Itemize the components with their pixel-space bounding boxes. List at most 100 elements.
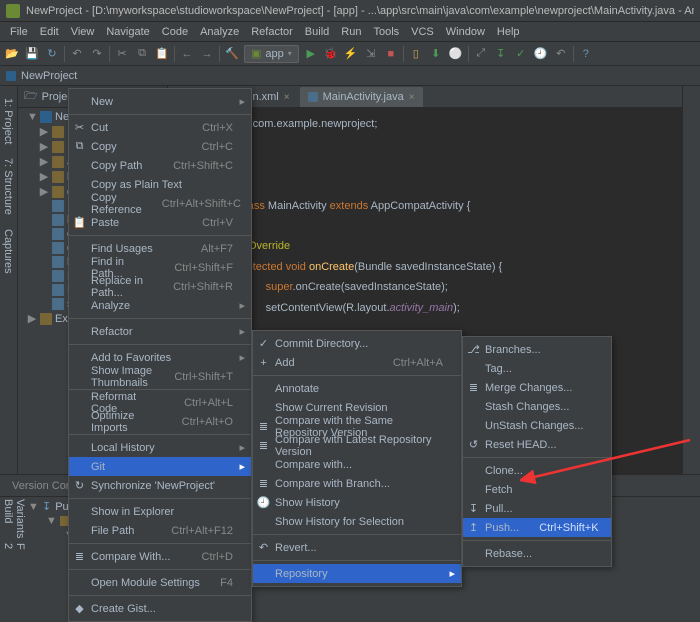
menu-item[interactable]: Repository▸ [253, 564, 461, 583]
gutter-structure[interactable]: 7: Structure [2, 154, 15, 219]
menu-build[interactable]: Build [299, 22, 335, 42]
structure-icon[interactable]: ⤢ [473, 46, 489, 62]
hammer-icon[interactable]: 🔨 [224, 46, 240, 62]
gutter-favorites[interactable]: 2: Favorites [2, 543, 16, 550]
right-gutter [682, 86, 700, 474]
menubar: File Edit View Navigate Code Analyze Ref… [0, 22, 700, 42]
apply-icon[interactable]: ⚡ [343, 46, 359, 62]
context-menu-git[interactable]: ✓Commit Directory...+AddCtrl+Alt+A Annota… [252, 330, 462, 587]
paste-icon[interactable]: 📋 [154, 46, 170, 62]
menu-item: Annotate [253, 379, 461, 398]
menu-item[interactable]: ↺Reset HEAD... [463, 435, 611, 454]
menu-code[interactable]: Code [156, 22, 194, 42]
run-icon[interactable]: ▶ [303, 46, 319, 62]
attach-icon[interactable]: ⇲ [363, 46, 379, 62]
menu-item[interactable]: Refactor▸ [69, 322, 251, 341]
menu-refactor[interactable]: Refactor [245, 22, 299, 42]
folder-icon: 🗁 [24, 87, 38, 106]
tab-mainactivity[interactable]: MainActivity.java × [300, 87, 423, 107]
menu-item[interactable]: ↥Push...Ctrl+Shift+K [463, 518, 611, 537]
gutter-captures[interactable]: Captures [2, 225, 15, 278]
menu-navigate[interactable]: Navigate [100, 22, 155, 42]
vcs-update-icon[interactable]: ↧ [493, 46, 509, 62]
menu-item[interactable]: Git▸ [69, 457, 251, 476]
sdk-icon[interactable]: ⬇ [428, 46, 444, 62]
debug-icon[interactable]: 🐞 [323, 46, 339, 62]
menu-item[interactable]: Replace in Path...Ctrl+Shift+R [69, 277, 251, 296]
menu-item[interactable]: Stash Changes... [463, 397, 611, 416]
menu-item: Show History for Selection [253, 512, 461, 531]
gutter-build-variants[interactable]: Build Variants [2, 499, 16, 539]
menu-item[interactable]: Tag... [463, 359, 611, 378]
menu-item[interactable]: ⎇Branches... [463, 340, 611, 359]
app-icon [6, 4, 20, 18]
menu-run[interactable]: Run [335, 22, 367, 42]
copy-icon[interactable]: ⧉ [134, 46, 150, 62]
gutter-project[interactable]: 1: Project [2, 94, 15, 148]
stop-icon[interactable]: ■ [383, 46, 399, 62]
toolbar: 📂 💾 ↻ ↶ ↷ ✂ ⧉ 📋 ← → 🔨 ▣app▾ ▶ 🐞 ⚡ ⇲ ■ ▯ … [0, 42, 700, 66]
cut-icon[interactable]: ✂ [114, 46, 130, 62]
window-title: NewProject - [D:\myworkspace\studioworks… [26, 5, 694, 17]
open-icon[interactable]: 📂 [4, 46, 20, 62]
menu-item[interactable]: Copy PathCtrl+Shift+C [69, 156, 251, 175]
back-icon[interactable]: ← [179, 46, 195, 62]
menu-item[interactable]: ≣Merge Changes... [463, 378, 611, 397]
close-icon[interactable]: × [284, 92, 290, 103]
title-bar: NewProject - [D:\myworkspace\studioworks… [0, 0, 700, 22]
menu-item[interactable]: New▸ [69, 92, 251, 111]
menu-item[interactable]: Clone... [463, 461, 611, 480]
menu-item[interactable]: UnStash Changes... [463, 416, 611, 435]
tab-label: MainActivity.java [323, 91, 404, 103]
menu-item[interactable]: ✂CutCtrl+X [69, 118, 251, 137]
vcs-commit-icon[interactable]: ✓ [513, 46, 529, 62]
menu-item[interactable]: Show Image ThumbnailsCtrl+Shift+T [69, 367, 251, 386]
context-menu-repository[interactable]: ⎇Branches...Tag...≣Merge Changes...Stash… [462, 336, 612, 567]
undo-icon[interactable]: ↶ [69, 46, 85, 62]
menu-item[interactable]: ↶Revert... [253, 538, 461, 557]
menu-item[interactable]: Show in Explorer [69, 502, 251, 521]
menu-item[interactable]: 📋PasteCtrl+V [69, 213, 251, 232]
revert-icon[interactable]: ↶ [553, 46, 569, 62]
menu-item: Compare with... [253, 455, 461, 474]
breadcrumb[interactable]: NewProject [0, 66, 700, 86]
menu-file[interactable]: File [4, 22, 34, 42]
forward-icon[interactable]: → [199, 46, 215, 62]
menu-item[interactable]: ✓Commit Directory... [253, 334, 461, 353]
menu-item[interactable]: ↧Pull... [463, 499, 611, 518]
menu-item[interactable]: ≣Compare With...Ctrl+D [69, 547, 251, 566]
save-icon[interactable]: 💾 [24, 46, 40, 62]
menu-item[interactable]: Rebase... [463, 544, 611, 563]
close-icon[interactable]: × [409, 92, 415, 103]
menu-item[interactable]: ⧉CopyCtrl+C [69, 137, 251, 156]
run-config-selector[interactable]: ▣app▾ [244, 45, 299, 63]
left-gutter: 1: Project 7: Structure Captures [0, 86, 18, 474]
menu-item[interactable]: Fetch [463, 480, 611, 499]
menu-tools[interactable]: Tools [367, 22, 405, 42]
menu-help[interactable]: Help [491, 22, 526, 42]
menu-item[interactable]: 🕘Show History [253, 493, 461, 512]
menu-item[interactable]: ↻Synchronize 'NewProject' [69, 476, 251, 495]
monitor-icon[interactable]: ⚪ [448, 46, 464, 62]
context-menu-main[interactable]: New▸ ✂CutCtrl+X⧉CopyCtrl+CCopy PathCtrl+S… [68, 88, 252, 622]
sync-icon[interactable]: ↻ [44, 46, 60, 62]
menu-analyze[interactable]: Analyze [194, 22, 245, 42]
menu-window[interactable]: Window [440, 22, 491, 42]
menu-item: ≣Compare with Latest Repository Version [253, 436, 461, 455]
menu-item[interactable]: Local History▸ [69, 438, 251, 457]
menu-item[interactable]: Open Module SettingsF4 [69, 573, 251, 592]
menu-item[interactable]: ≣Compare with Branch... [253, 474, 461, 493]
menu-item[interactable]: +AddCtrl+Alt+A [253, 353, 461, 372]
menu-item[interactable]: Copy ReferenceCtrl+Alt+Shift+C [69, 194, 251, 213]
menu-edit[interactable]: Edit [34, 22, 65, 42]
java-icon [308, 92, 318, 102]
menu-item[interactable]: Analyze▸ [69, 296, 251, 315]
help-icon[interactable]: ? [578, 46, 594, 62]
redo-icon[interactable]: ↷ [89, 46, 105, 62]
menu-item[interactable]: ◆Create Gist... [69, 599, 251, 618]
menu-vcs[interactable]: VCS [405, 22, 440, 42]
history-icon[interactable]: 🕘 [533, 46, 549, 62]
avd-icon[interactable]: ▯ [408, 46, 424, 62]
menu-view[interactable]: View [65, 22, 101, 42]
menu-item[interactable]: Optimize ImportsCtrl+Alt+O [69, 412, 251, 431]
